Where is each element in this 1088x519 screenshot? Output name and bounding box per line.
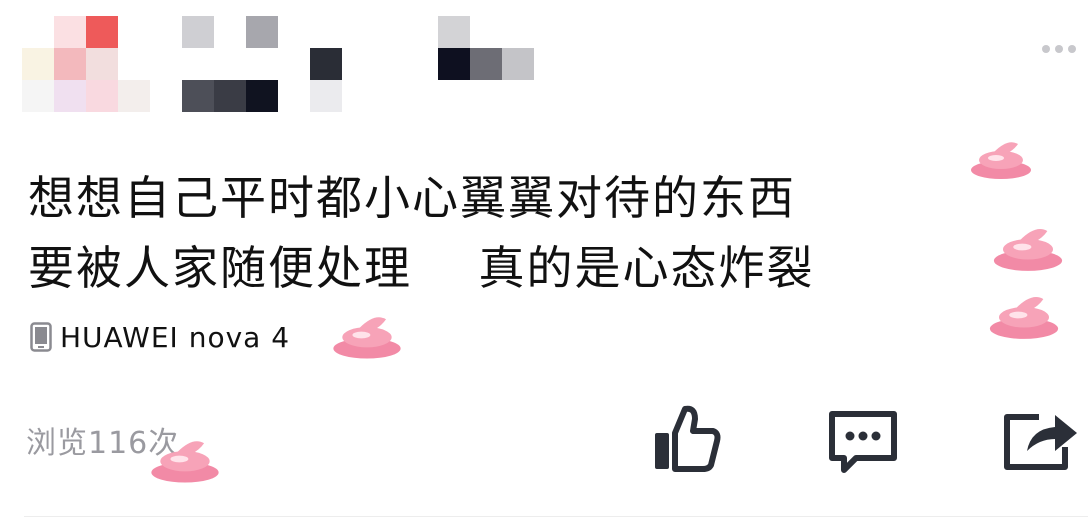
poop-sticker (333, 317, 401, 359)
divider (24, 516, 1088, 517)
phone-icon (30, 322, 52, 352)
post-text-line-2: 要被人家随便处理 真的是心态炸裂 (28, 241, 815, 295)
share-icon (1004, 414, 1077, 470)
poop-sticker (151, 441, 219, 483)
device-label: HUAWEI nova 4 (60, 320, 291, 354)
device-info: HUAWEI nova 4 (30, 318, 290, 356)
avatar[interactable] (22, 16, 150, 112)
comment-icon (829, 411, 897, 473)
poop-sticker (993, 229, 1063, 271)
more-dots-icon[interactable] (1034, 38, 1084, 60)
username[interactable] (182, 16, 534, 112)
thumbs-up-icon (655, 405, 721, 472)
post-text-line-1: 想想自己平时都小心翼翼对待的东西 (28, 171, 796, 225)
poop-sticker (989, 297, 1059, 339)
comment-button[interactable] (824, 405, 902, 477)
like-button[interactable] (648, 402, 724, 474)
share-button[interactable] (1000, 405, 1080, 475)
poop-sticker (971, 142, 1031, 179)
